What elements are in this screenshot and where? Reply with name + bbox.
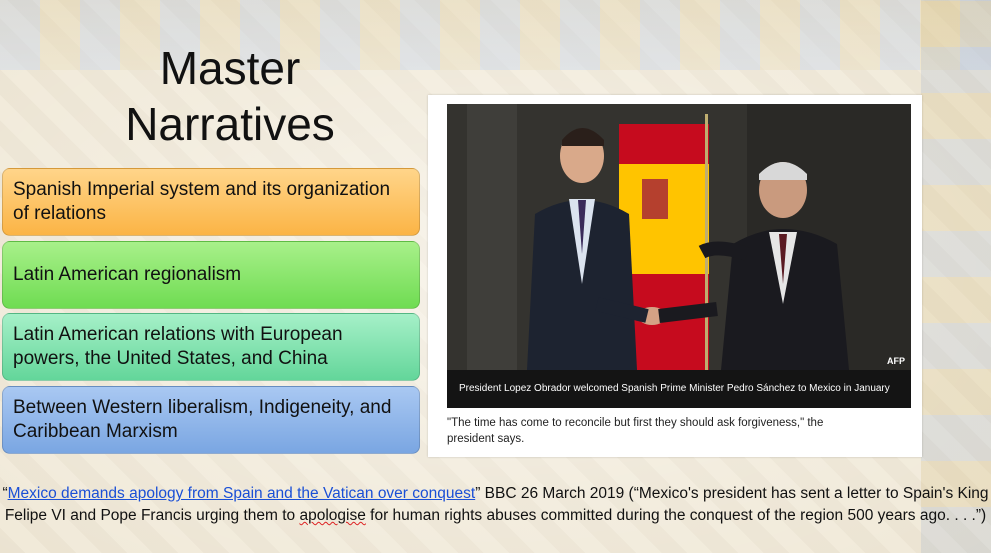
handshake-photo-illustration (447, 104, 911, 408)
title-line-2: Narratives (125, 98, 335, 150)
spellcheck-word: apologise (299, 507, 366, 524)
narrative-box-relations: Latin American relations with European p… (2, 313, 420, 381)
tile-background-right (921, 0, 991, 553)
narrative-box-imperial: Spanish Imperial system and its organiza… (2, 168, 420, 236)
title-line-1: Master (159, 42, 301, 94)
news-article-card: AFP President Lopez Obrador welcomed Spa… (428, 95, 922, 457)
citation-tail: for human rights abuses committed during… (365, 507, 987, 524)
article-quote: "The time has come to reconcile but firs… (447, 417, 824, 445)
narrative-label: Latin American relations with European p… (13, 324, 343, 369)
narrative-box-liberalism: Between Western liberalism, Indigeneity,… (2, 386, 420, 454)
narrative-label: Latin American regionalism (13, 264, 242, 285)
slide: Master Narratives Spanish Imperial syste… (0, 0, 991, 553)
citation-text: “Mexico demands apology from Spain and t… (0, 483, 991, 527)
bbc-article-link[interactable]: Mexico demands apology from Spain and th… (8, 485, 476, 502)
narrative-label: Between Western liberalism, Indigeneity,… (13, 397, 392, 442)
news-photo: AFP President Lopez Obrador welcomed Spa… (447, 104, 911, 408)
slide-title: Master Narratives (60, 40, 400, 152)
photo-credit: AFP (887, 356, 905, 366)
narrative-label: Spanish Imperial system and its organiza… (13, 179, 391, 224)
narrative-box-regionalism: Latin American regionalism (2, 241, 420, 309)
photo-caption: President Lopez Obrador welcomed Spanish… (447, 370, 911, 408)
